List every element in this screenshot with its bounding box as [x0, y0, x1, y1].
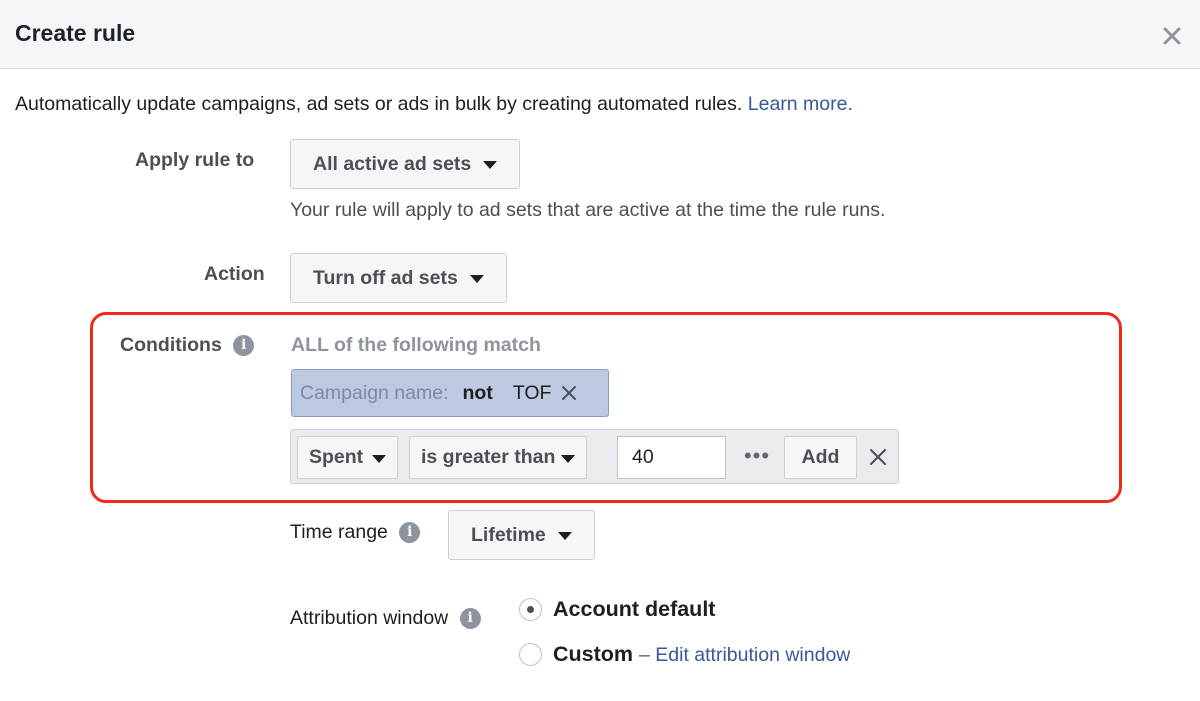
radio-account-default[interactable]: [519, 598, 542, 621]
time-range-value: Lifetime: [471, 523, 546, 546]
attribution-window-label-text: Attribution window: [290, 607, 449, 629]
conditions-label-text: Conditions: [120, 334, 222, 356]
conditions-label: Conditions i: [120, 334, 255, 357]
caret-down-icon: [469, 275, 484, 283]
intro-text: Automatically update campaigns, ad sets …: [15, 93, 853, 116]
filter-operator: not: [462, 381, 493, 404]
filter-key: Campaign name:: [300, 381, 449, 404]
metric-dropdown[interactable]: Spent: [297, 436, 399, 479]
condition-filter-token[interactable]: Campaign name: not TOF: [291, 369, 609, 417]
action-label: Action: [204, 263, 265, 285]
custom-option: Custom – Edit attribution window: [553, 642, 850, 667]
more-options-icon[interactable]: •••: [740, 436, 774, 479]
metric-value: Spent: [309, 446, 364, 468]
info-icon[interactable]: i: [459, 608, 481, 630]
caret-down-icon: [557, 532, 572, 540]
add-condition-button[interactable]: Add: [784, 436, 857, 479]
apply-rule-label: Apply rule to: [135, 149, 255, 171]
intro-description: Automatically update campaigns, ad sets …: [15, 93, 743, 115]
apply-rule-value: All active ad sets: [313, 152, 472, 175]
close-icon[interactable]: [1158, 22, 1186, 50]
custom-label[interactable]: Custom: [553, 642, 633, 666]
match-text: ALL of the following match: [291, 334, 541, 356]
remove-filter-icon[interactable]: [559, 383, 579, 403]
dialog-header: Create rule: [0, 0, 1200, 69]
edit-attribution-window-link[interactable]: – Edit attribution window: [639, 644, 850, 666]
info-icon[interactable]: i: [399, 522, 421, 544]
caret-down-icon: [483, 161, 498, 169]
filter-value: TOF: [512, 381, 552, 404]
dialog-title: Create rule: [15, 20, 136, 46]
new-condition-row: Spent is greater than ••• Add: [290, 429, 899, 484]
info-icon[interactable]: i: [233, 335, 255, 357]
radio-custom[interactable]: [519, 643, 542, 666]
action-dropdown[interactable]: Turn off ad sets: [290, 253, 507, 303]
action-value: Turn off ad sets: [313, 266, 458, 289]
apply-rule-helper: Your rule will apply to ad sets that are…: [290, 199, 886, 221]
learn-more-link[interactable]: Learn more.: [748, 93, 853, 115]
attribution-window-label: Attribution window i: [290, 607, 481, 630]
time-range-label: Time range i: [290, 521, 421, 544]
time-range-label-text: Time range: [290, 521, 388, 543]
operator-value: is greater than: [421, 446, 556, 468]
remove-condition-icon[interactable]: [867, 446, 889, 468]
caret-down-icon: [561, 454, 576, 463]
apply-rule-dropdown[interactable]: All active ad sets: [290, 139, 521, 189]
caret-down-icon: [372, 454, 387, 463]
operator-dropdown[interactable]: is greater than: [409, 436, 588, 479]
account-default-label[interactable]: Account default: [553, 597, 715, 622]
time-range-dropdown[interactable]: Lifetime: [448, 510, 595, 560]
condition-value-input[interactable]: [617, 436, 726, 479]
